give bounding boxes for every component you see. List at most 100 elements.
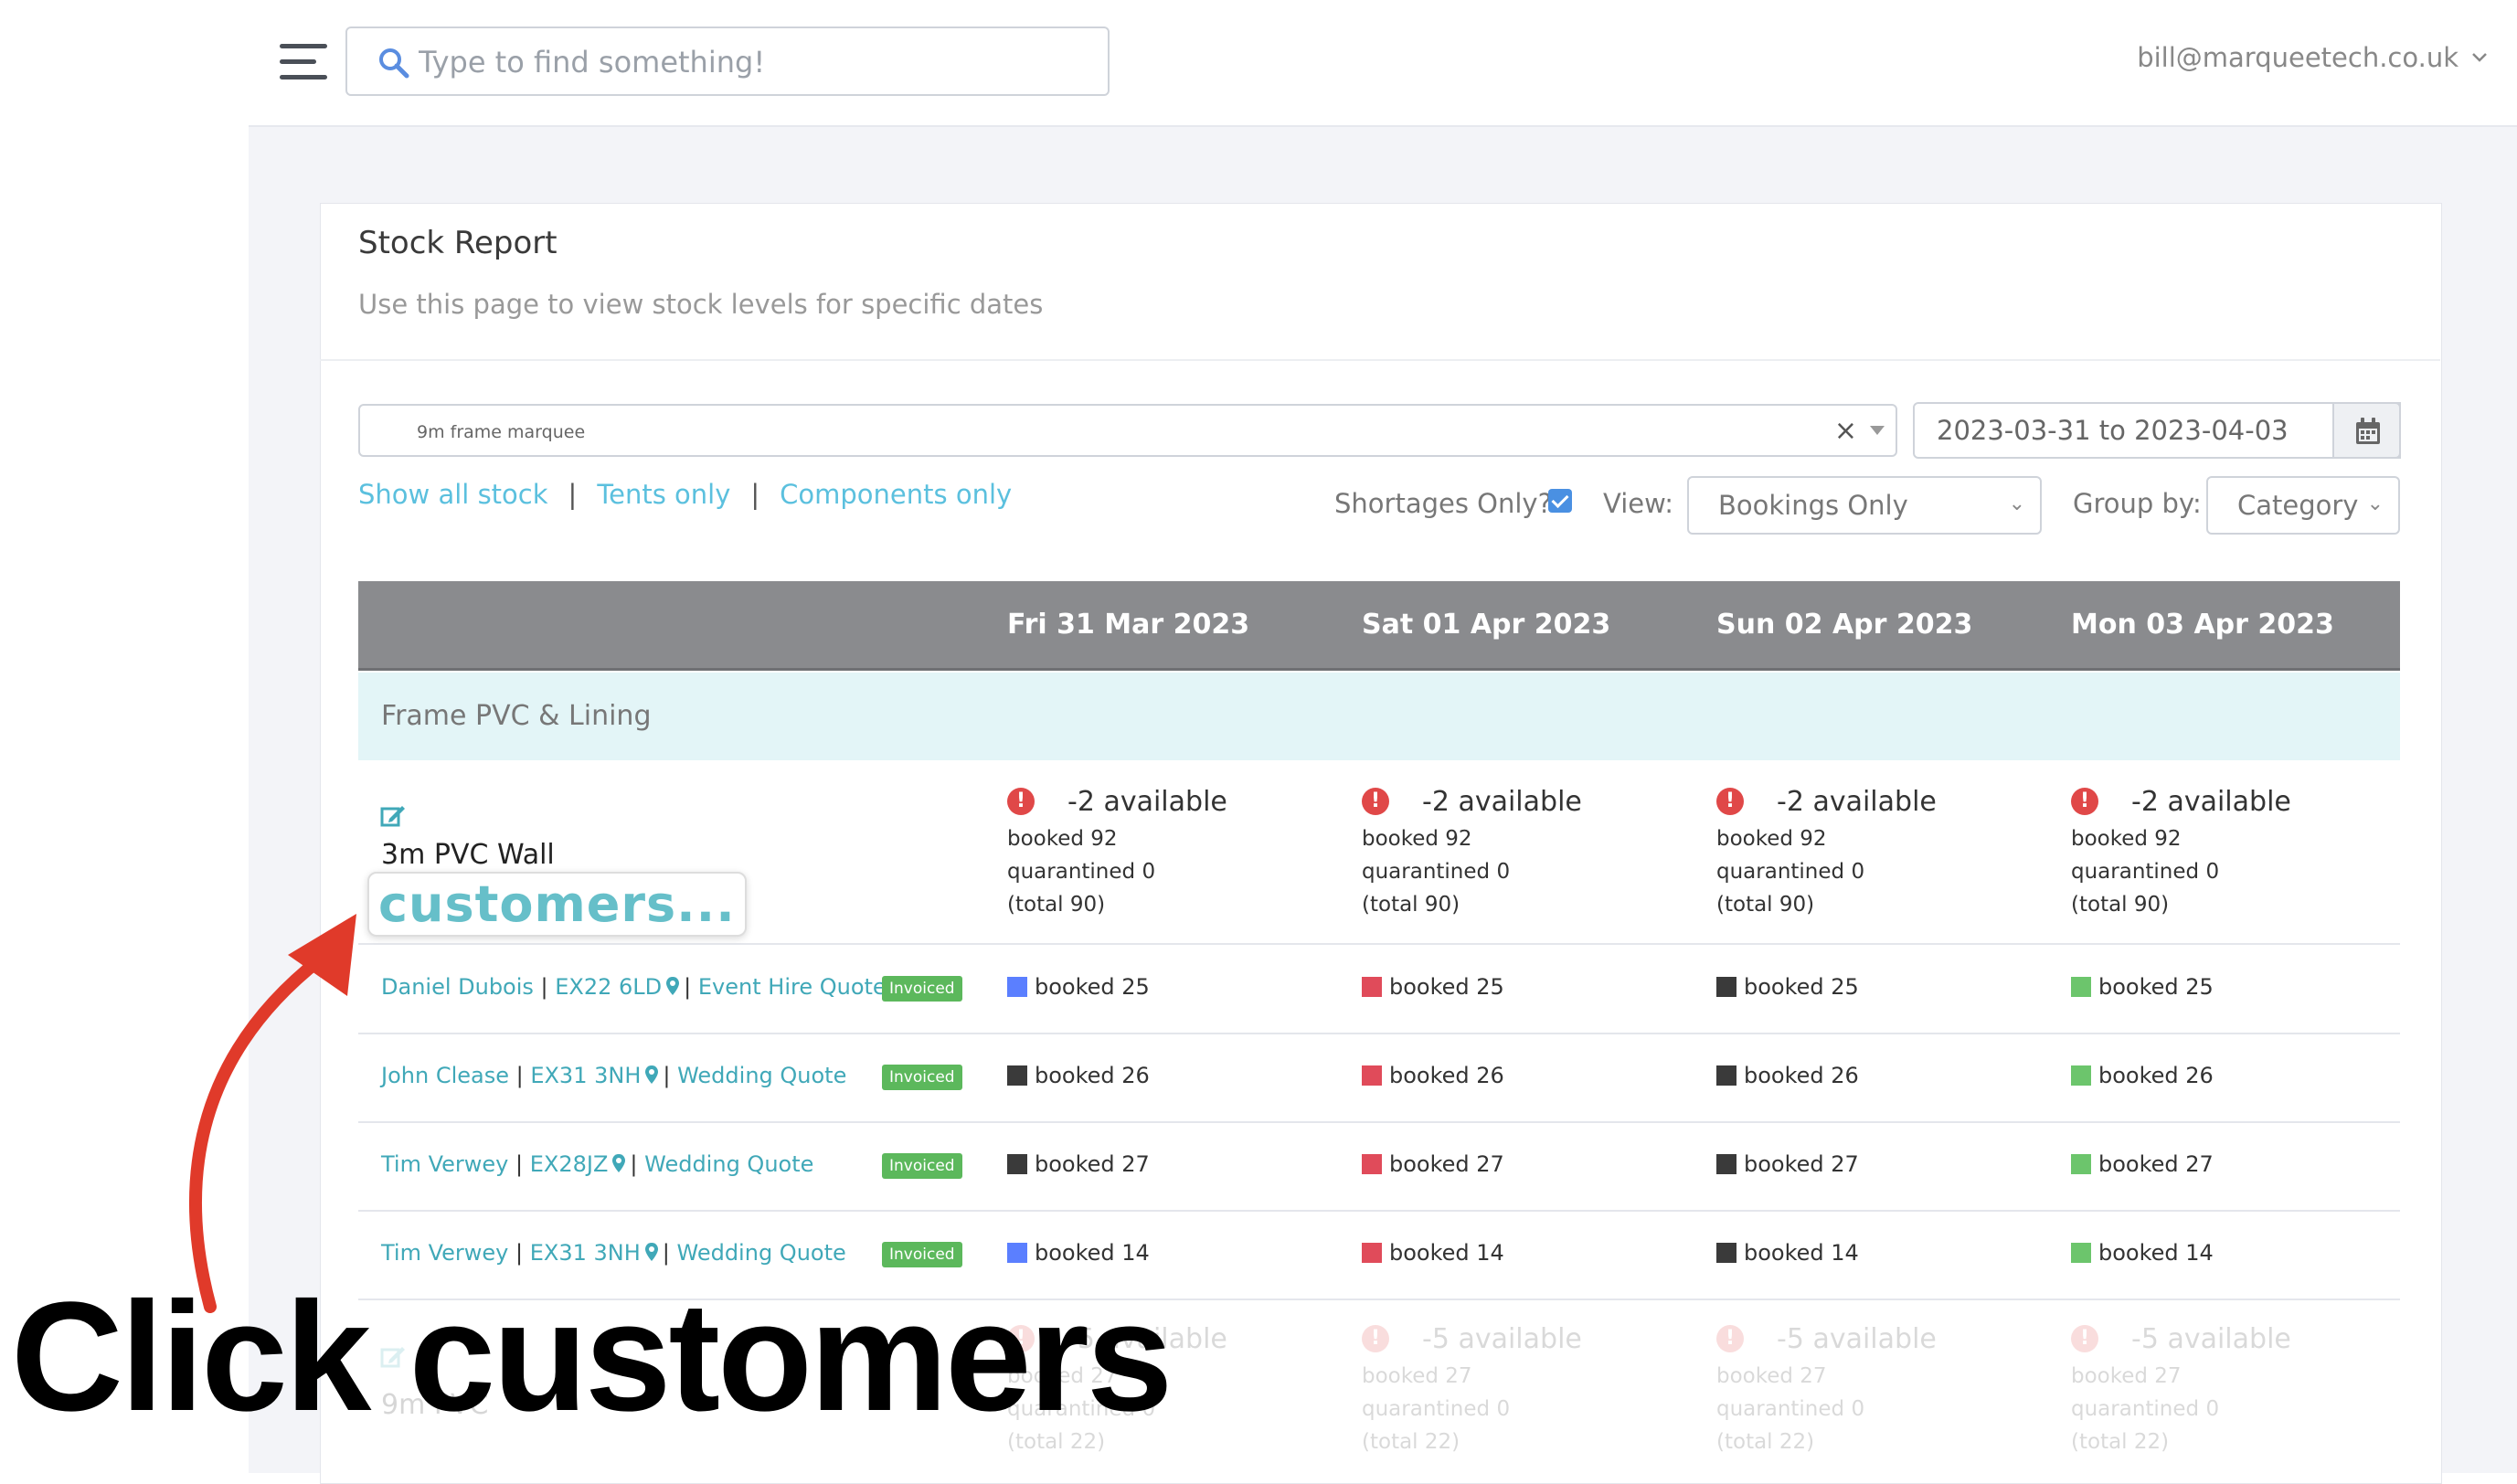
booked-count: booked 14: [1744, 1240, 1859, 1266]
total-count: (total 22): [1362, 1430, 1460, 1454]
search-input[interactable]: [417, 41, 1078, 83]
shortages-only-checkbox[interactable]: [1548, 489, 1572, 513]
chevron-down-icon: ⌄: [2366, 493, 2384, 515]
quarantined-count: quarantined 0: [2071, 1397, 2220, 1421]
global-search[interactable]: [345, 26, 1110, 96]
status-badge: Invoiced: [882, 1153, 962, 1179]
table-header: Fri 31 Mar 2023 Sat 01 Apr 2023 Sun 02 A…: [358, 581, 2400, 671]
postcode-link[interactable]: EX31 3NH: [530, 1240, 641, 1266]
map-pin-icon[interactable]: [644, 1242, 659, 1262]
user-menu[interactable]: bill@marqueetech.co.uk: [2137, 42, 2488, 73]
category-label: Frame PVC & Lining: [381, 700, 652, 732]
product-select[interactable]: 9m frame marquee ×: [358, 404, 1897, 457]
booked-count: booked 25: [1035, 974, 1150, 1000]
item-row: 3m PVC Wall customers... ! -2 available b…: [358, 760, 2400, 945]
quote-link[interactable]: Wedding Quote: [644, 1151, 813, 1177]
column-header: Fri 31 Mar 2023: [1007, 609, 1250, 641]
category-row: Frame PVC & Lining: [358, 673, 2400, 760]
alert-icon: !: [1007, 788, 1035, 815]
booked-count: booked 26: [1744, 1063, 1859, 1088]
available-count: -2 available: [1777, 786, 1937, 818]
quote-link[interactable]: Wedding Quote: [677, 1063, 846, 1088]
booking-color-square: [1362, 1243, 1382, 1263]
map-pin-icon[interactable]: [611, 1153, 626, 1173]
booked-count: booked 14: [2098, 1240, 2214, 1266]
view-select[interactable]: Bookings Only ⌄: [1687, 476, 2042, 535]
booked-count: booked 27: [1744, 1151, 1859, 1177]
booking-row: Daniel Dubois | EX22 6LD | Event Hire Quo…: [358, 945, 2400, 1034]
components-only-link[interactable]: Components only: [780, 479, 1012, 510]
view-select-value: Bookings Only: [1718, 490, 1908, 521]
availability-cell: ! -2 available booked 92 quarantined 0 (t…: [1716, 786, 1937, 917]
booking-color-square: [1362, 977, 1382, 997]
booking-color-square: [1716, 1065, 1736, 1086]
booked-count: booked 14: [1389, 1240, 1504, 1266]
group-by-select-value: Category: [2237, 490, 2359, 521]
group-by-label: Group by:: [2073, 488, 2202, 519]
group-by-select[interactable]: Category ⌄: [2206, 476, 2400, 535]
booked-count: booked 27: [1035, 1151, 1150, 1177]
booked-count: booked 25: [1389, 974, 1504, 1000]
caret-down-icon[interactable]: [1870, 426, 1885, 435]
customers-link[interactable]: customers...: [367, 872, 747, 937]
date-range-input[interactable]: 2023-03-31 to 2023-04-03: [1913, 402, 2401, 459]
customer-name-link[interactable]: John Clease: [381, 1063, 509, 1088]
available-count: -5 available: [2131, 1323, 2291, 1355]
booked-count: booked 92: [1007, 827, 1118, 851]
booking-color-square: [2071, 1154, 2091, 1174]
booking-color-square: [2071, 1065, 2091, 1086]
separator: |: [568, 479, 578, 510]
column-header: Sun 02 Apr 2023: [1716, 609, 1973, 641]
tents-only-link[interactable]: Tents only: [597, 479, 730, 510]
postcode-link[interactable]: EX22 6LD: [555, 974, 662, 1000]
quote-link[interactable]: Wedding Quote: [677, 1240, 846, 1266]
customer-name-link[interactable]: Tim Verwey: [381, 1240, 508, 1266]
quarantined-count: quarantined 0: [1716, 860, 1865, 884]
status-badge: Invoiced: [882, 1242, 962, 1267]
chevron-down-icon: ⌄: [2008, 493, 2025, 515]
menu-icon[interactable]: [280, 44, 327, 80]
booked-count: booked 27: [2071, 1364, 2182, 1388]
annotation-arrow-icon: [189, 914, 356, 1313]
show-all-stock-link[interactable]: Show all stock: [358, 479, 548, 510]
column-header: Sat 01 Apr 2023: [1362, 609, 1611, 641]
total-count: (total 90): [1007, 893, 1106, 917]
booked-count: booked 26: [2098, 1063, 2214, 1088]
page-subtitle: Use this page to view stock levels for s…: [358, 289, 1044, 320]
booking-color-square: [1362, 1065, 1382, 1086]
available-count: -5 available: [1422, 1323, 1582, 1355]
total-count: (total 90): [1362, 893, 1460, 917]
status-badge: Invoiced: [882, 1065, 962, 1090]
quote-link[interactable]: Event Hire Quote: [698, 974, 887, 1000]
booked-count: booked 27: [1362, 1364, 1472, 1388]
available-count: -2 available: [1067, 786, 1227, 818]
postcode-link[interactable]: EX28JZ: [530, 1151, 609, 1177]
map-pin-icon[interactable]: [665, 976, 680, 996]
available-count: -2 available: [1422, 786, 1582, 818]
shortages-only-label: Shortages Only?: [1334, 488, 1552, 519]
customer-name-link[interactable]: Daniel Dubois: [381, 974, 534, 1000]
booking-color-square: [2071, 977, 2091, 997]
alert-icon: !: [2071, 1325, 2098, 1352]
customer-name-link[interactable]: Tim Verwey: [381, 1151, 508, 1177]
booking-row: Tim Verwey | EX28JZ | Wedding Quote Invoi…: [358, 1122, 2400, 1212]
booking-color-square: [1007, 977, 1027, 997]
booked-count: booked 92: [1362, 827, 1472, 851]
total-count: (total 22): [2071, 1430, 2170, 1454]
booked-count: booked 14: [1035, 1240, 1150, 1266]
booked-count: booked 26: [1389, 1063, 1504, 1088]
separator: |: [750, 479, 760, 510]
calendar-icon: [2356, 418, 2380, 444]
postcode-link[interactable]: EX31 3NH: [530, 1063, 641, 1088]
page-title: Stock Report: [358, 225, 558, 261]
view-label: View:: [1603, 488, 1674, 519]
map-pin-icon[interactable]: [644, 1065, 659, 1085]
alert-icon: !: [1362, 788, 1389, 815]
column-header: Mon 03 Apr 2023: [2071, 609, 2334, 641]
edit-icon[interactable]: [380, 804, 406, 828]
clear-icon[interactable]: ×: [1834, 415, 1857, 447]
alert-icon: !: [1716, 788, 1744, 815]
calendar-button[interactable]: [2332, 402, 2401, 459]
booking-color-square: [1007, 1243, 1027, 1263]
item-name: 3m PVC Wall: [381, 839, 555, 871]
